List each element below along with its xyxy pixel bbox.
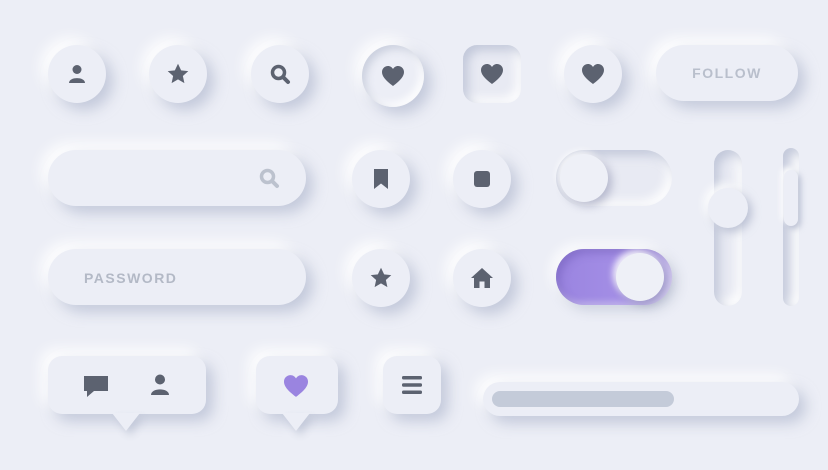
search-icon [269, 63, 291, 85]
star-button[interactable] [352, 249, 410, 307]
user-button[interactable] [48, 45, 106, 103]
stop-icon [473, 170, 491, 188]
like-button-square[interactable] [463, 45, 521, 103]
search-input[interactable] [74, 168, 258, 190]
password-input[interactable] [82, 267, 286, 289]
like-button-outlined[interactable] [362, 45, 424, 107]
user-icon[interactable] [149, 373, 171, 397]
menu-button[interactable] [383, 356, 441, 414]
progress-bar [483, 382, 799, 416]
heart-icon[interactable] [281, 374, 311, 398]
like-button[interactable] [564, 45, 622, 103]
speech-bubble-actions [48, 356, 206, 431]
neumorphic-ui-kit: FOLLOW [0, 0, 828, 470]
home-button[interactable] [453, 249, 511, 307]
user-icon [66, 63, 88, 85]
search-icon[interactable] [258, 167, 280, 189]
bookmark-icon [372, 168, 390, 190]
slider-thumb[interactable] [784, 170, 798, 226]
follow-button[interactable]: FOLLOW [656, 45, 798, 101]
toggle-switch-on[interactable] [556, 249, 672, 305]
star-icon [368, 265, 394, 291]
vertical-slider[interactable] [708, 150, 748, 306]
speech-bubble-like [256, 356, 338, 431]
bookmark-button[interactable] [352, 150, 410, 208]
heart-icon [480, 63, 504, 85]
search-field[interactable] [48, 150, 306, 206]
bubble-tail [282, 413, 310, 431]
heart-icon [581, 63, 605, 85]
favorite-button[interactable] [149, 45, 207, 103]
chat-icon[interactable] [82, 375, 110, 399]
toggle-knob[interactable] [560, 154, 608, 202]
home-icon [470, 267, 494, 289]
toggle-knob[interactable] [616, 253, 664, 301]
toggle-switch-off[interactable] [556, 150, 672, 206]
bubble-tail [112, 413, 140, 431]
heart-icon [381, 65, 405, 87]
password-field[interactable] [48, 249, 306, 305]
search-button[interactable] [251, 45, 309, 103]
stop-button[interactable] [453, 150, 511, 208]
menu-icon [401, 375, 423, 395]
vertical-slider-thin[interactable] [783, 148, 799, 306]
progress-fill [492, 391, 674, 407]
slider-thumb[interactable] [708, 188, 748, 228]
star-icon [165, 61, 191, 87]
